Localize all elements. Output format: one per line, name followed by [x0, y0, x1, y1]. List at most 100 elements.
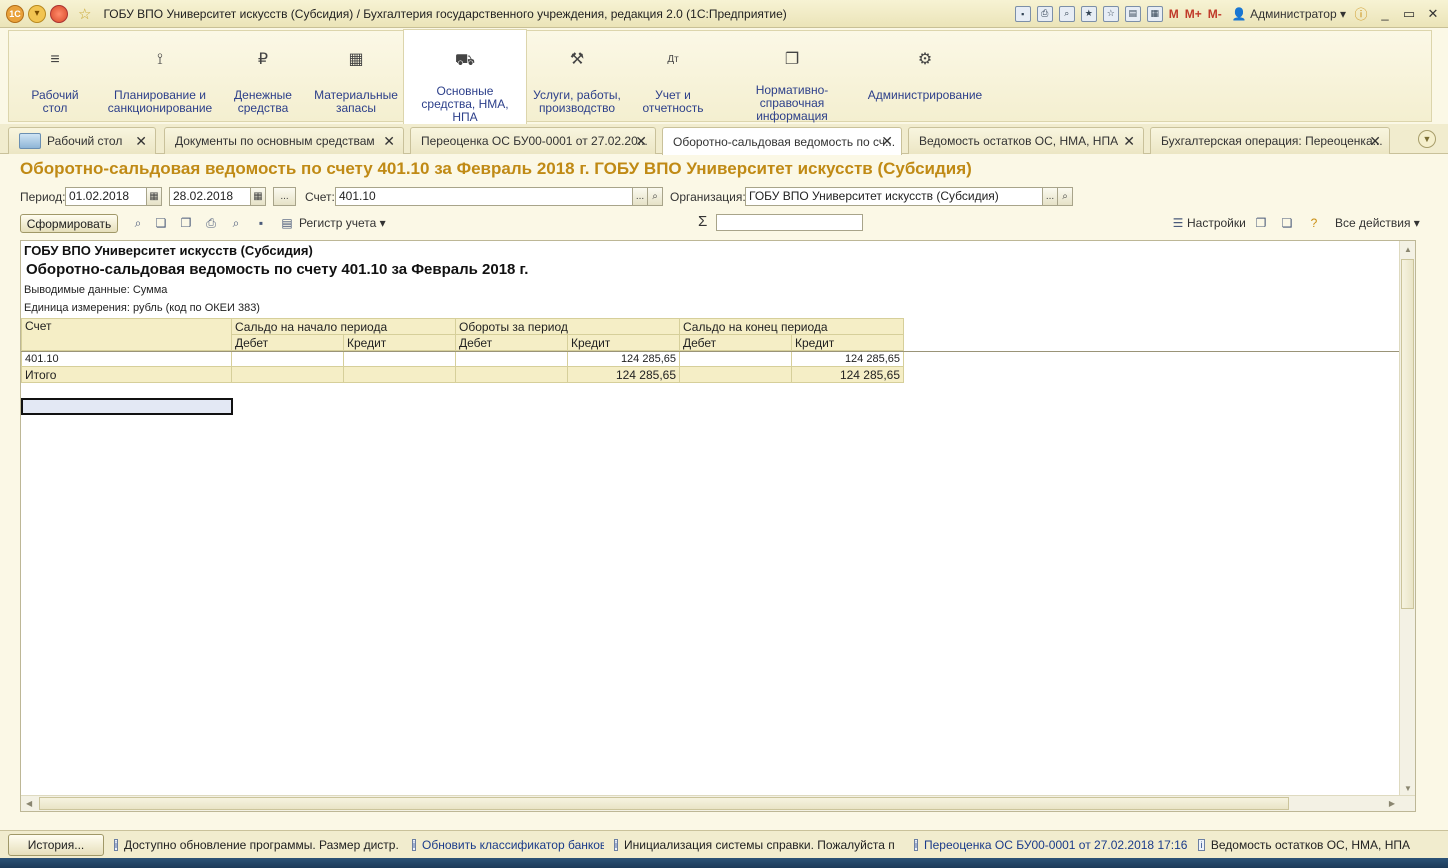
app-logo-icon[interactable]: 1С — [6, 4, 24, 23]
close-tab-icon[interactable]: ✕ — [383, 133, 395, 150]
cell-turn-credit[interactable]: 124 285,65 — [567, 350, 680, 367]
account-select-button[interactable]: ... — [632, 187, 648, 206]
add-favorite-icon[interactable]: ★ — [1080, 5, 1097, 22]
section-money[interactable]: ₽ Денежные средства — [221, 31, 305, 123]
horizontal-scrollbar[interactable]: ◀ ▶ — [21, 795, 1415, 811]
organization-field[interactable]: ГОБУ ВПО Университет искусств (Субсидия) — [745, 187, 1043, 206]
paste-icon[interactable]: ❐ — [178, 215, 194, 231]
history-button[interactable]: История... — [8, 834, 104, 856]
scroll-down-icon[interactable]: ▼ — [1404, 784, 1412, 793]
close-tab-icon[interactable]: ✕ — [1123, 133, 1135, 150]
section-planning[interactable]: ⟟ Планирование и санкционирование — [105, 31, 215, 123]
save-variant-icon[interactable]: ❏ — [1279, 215, 1295, 231]
close-tab-icon[interactable]: ✕ — [135, 133, 147, 150]
tab-fixed-asset-docs[interactable]: Документы по основным средствам ✕ — [164, 127, 404, 154]
period-select-button[interactable]: ... — [273, 187, 296, 206]
close-app-icon[interactable] — [50, 4, 68, 23]
section-administration[interactable]: ⚙ Администрирование — [867, 31, 983, 123]
cell-close-debit[interactable] — [679, 350, 792, 367]
table-row[interactable]: 401.10 124 285,65 124 285,65 — [21, 350, 904, 367]
scroll-up-icon[interactable]: ▲ — [1404, 245, 1412, 254]
cell-open-credit[interactable] — [343, 350, 456, 367]
cell-turn-debit[interactable] — [455, 350, 568, 367]
date-from-field[interactable]: 01.02.2018 — [65, 187, 147, 206]
account-search-icon[interactable]: ⌕ — [647, 187, 663, 206]
register-icon[interactable]: ▤ — [279, 215, 295, 231]
memory-minus-button[interactable]: M- — [1208, 7, 1222, 21]
help-icon[interactable]: ? — [1306, 215, 1322, 231]
vertical-scrollbar[interactable]: ▲ ▼ — [1399, 241, 1415, 797]
generate-button[interactable]: Сформировать — [20, 214, 118, 233]
scroll-left-icon[interactable]: ◀ — [26, 799, 32, 808]
close-tab-icon[interactable]: ✕ — [635, 133, 647, 150]
selected-cell[interactable] — [21, 398, 233, 415]
maximize-button[interactable]: ▭ — [1400, 6, 1418, 22]
cell-account[interactable]: 401.10 — [21, 350, 232, 367]
horizontal-scroll-thumb[interactable] — [39, 797, 1289, 810]
section-desktop[interactable]: ≡ Рабочий стол — [9, 31, 101, 123]
search-icon[interactable]: ⌕ — [130, 215, 146, 231]
tab-asset-balances[interactable]: Ведомость остатков ОС, НМА, НПА ✕ — [908, 127, 1144, 154]
calendar-icon[interactable]: ▦ — [1146, 5, 1163, 22]
favorites-icon[interactable]: ☆ — [1102, 5, 1119, 22]
calendar-from-icon[interactable]: ▦ — [146, 187, 162, 206]
section-fixed-assets[interactable]: ⛟ Основные средства, НМА, НПА — [403, 29, 527, 124]
message-update[interactable]: i Доступно обновление программы. Размер д… — [114, 838, 398, 852]
scroll-right-icon[interactable]: ▶ — [1389, 799, 1395, 808]
memory-button[interactable]: M — [1169, 7, 1179, 21]
all-actions-menu[interactable]: Все действия ▾ — [1335, 216, 1420, 230]
message-help-init[interactable]: i Инициализация системы справки. Пожалуйс… — [614, 838, 894, 852]
section-label: Администрирование — [867, 88, 983, 102]
section-services[interactable]: ⚒ Услуги, работы, производство — [531, 31, 623, 123]
tab-revaluation[interactable]: Переоценка ОС БУ00-0001 от 27.02.20... ✕ — [410, 127, 656, 154]
organization-select-button[interactable]: ... — [1042, 187, 1058, 206]
calendar-to-icon[interactable]: ▦ — [250, 187, 266, 206]
memory-plus-button[interactable]: M+ — [1185, 7, 1202, 21]
tools-icon: ⚒ — [569, 51, 585, 68]
main-menu-icon[interactable]: ▾ — [28, 4, 46, 23]
register-menu[interactable]: Регистр учета ▾ — [299, 216, 386, 230]
date-to-field[interactable]: 28.02.2018 — [169, 187, 251, 206]
message-text: Доступно обновление программы. Размер ди… — [124, 838, 398, 852]
close-tab-icon[interactable]: ✕ — [881, 133, 893, 150]
user-menu[interactable]: 👤 Администратор ▾ — [1232, 7, 1346, 21]
close-button[interactable]: ✕ — [1424, 6, 1442, 22]
section-reference[interactable]: ❐ Нормативно-справочная информация — [725, 31, 859, 123]
section-accounting[interactable]: Дт Учет и отчетность — [639, 31, 707, 123]
account-field[interactable]: 401.10 — [335, 187, 633, 206]
print-icon[interactable]: ⎙ — [203, 215, 219, 231]
cell-open-debit[interactable] — [231, 350, 344, 367]
tab-desktop[interactable]: Рабочий стол ✕ — [8, 127, 156, 154]
settings-button[interactable]: Настройки — [1187, 216, 1246, 230]
message-asset-balances[interactable]: i Ведомость остатков ОС, НМА, НПА — [1198, 838, 1410, 852]
minimize-button[interactable]: _ — [1376, 6, 1394, 21]
tabs-dropdown-icon[interactable]: ▼ — [1418, 130, 1436, 148]
save-icon[interactable]: ▪ — [1014, 5, 1031, 22]
print-preview-icon[interactable]: ⌕ — [228, 215, 244, 231]
report-sheet[interactable]: ГОБУ ВПО Университет искусств (Субсидия)… — [20, 240, 1416, 812]
section-materials[interactable]: ▦ Материальные запасы — [309, 31, 403, 123]
calculator-icon[interactable]: ▤ — [1124, 5, 1141, 22]
cell-close-credit[interactable]: 124 285,65 — [791, 350, 904, 367]
load-variant-icon[interactable]: ❐ — [1253, 215, 1269, 231]
vertical-scroll-thumb[interactable] — [1401, 259, 1414, 609]
preview-icon[interactable]: ⌕ — [1058, 5, 1075, 22]
settings-icon[interactable]: ☰ — [1170, 215, 1186, 231]
header-separator — [21, 351, 1401, 352]
sum-field — [716, 214, 863, 231]
total-close-credit: 124 285,65 — [791, 366, 904, 383]
print-icon[interactable]: ⎙ — [1036, 5, 1053, 22]
message-banks[interactable]: i Обновить классификатор банков — [412, 838, 604, 852]
organization-search-icon[interactable]: ⌕ — [1057, 187, 1073, 206]
copy-icon[interactable]: ❏ — [153, 215, 169, 231]
message-text: Переоценка ОС БУ00-0001 от 27.02.2018 17… — [924, 838, 1188, 852]
message-text: Ведомость остатков ОС, НМА, НПА — [1210, 838, 1410, 852]
section-label: Материальные запасы — [314, 88, 398, 115]
message-revaluation[interactable]: i Переоценка ОС БУ00-0001 от 27.02.2018 1… — [914, 838, 1188, 852]
close-tab-icon[interactable]: ✕ — [1369, 133, 1381, 150]
save-icon[interactable]: ▪ — [253, 215, 269, 231]
tab-turnover-sheet[interactable]: Оборотно-сальдовая ведомость по сч... ✕ — [662, 127, 902, 155]
tab-accounting-operation[interactable]: Бухгалтерская операция: Переоценка... ✕ — [1150, 127, 1390, 154]
info-icon[interactable]: ⓘ — [1352, 4, 1370, 23]
favorites-star-icon[interactable]: ☆ — [78, 5, 91, 23]
